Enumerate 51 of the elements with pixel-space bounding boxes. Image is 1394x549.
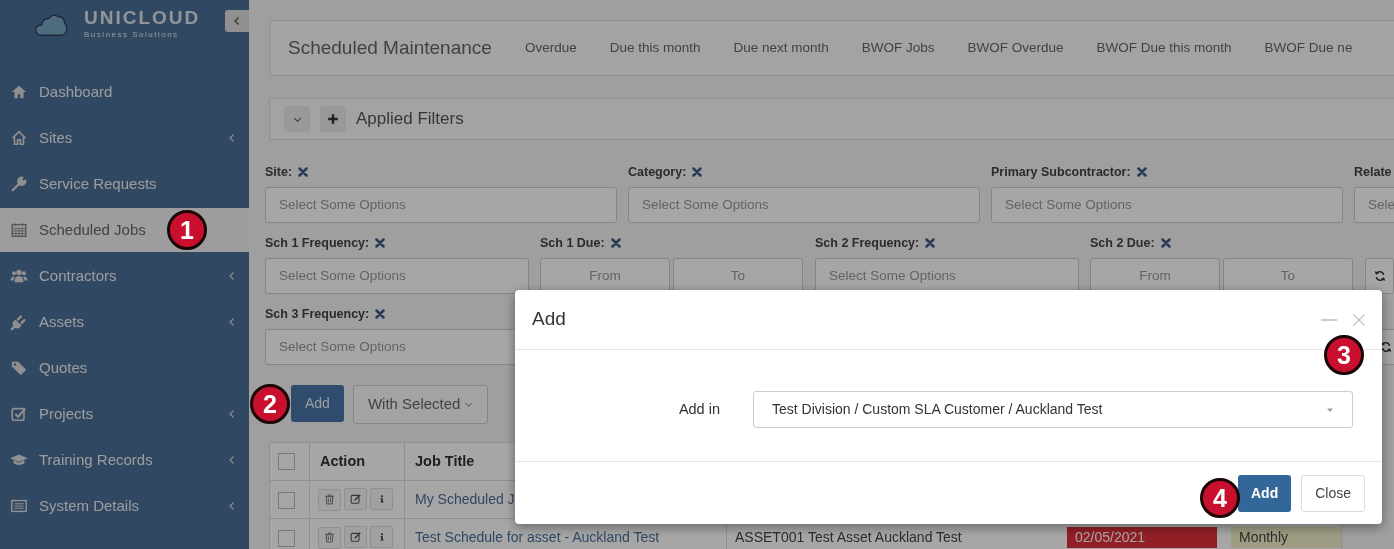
filters-title: Applied Filters xyxy=(356,108,464,131)
sidebar-item[interactable]: Contractors xyxy=(0,254,249,298)
with-selected-button[interactable]: With Selected xyxy=(352,385,489,424)
sidebar-item[interactable]: Dashboard xyxy=(0,70,249,114)
step-number-badge: 3 xyxy=(1324,335,1364,375)
field-label: Add in xyxy=(677,399,720,419)
select-field[interactable]: Select Some Options xyxy=(628,187,980,223)
sidebar-item[interactable]: Training Records xyxy=(0,438,249,482)
filter-label: Relate xyxy=(1354,163,1392,181)
filter-label: Primary Subcontractor: xyxy=(991,163,1131,181)
sidebar-item[interactable]: Service Requests xyxy=(0,162,249,206)
brand-name: UNICLOUD xyxy=(84,8,201,29)
sidebar-item[interactable]: System Details xyxy=(0,484,249,528)
job-title-link[interactable]: My Scheduled J xyxy=(415,491,515,507)
step-number-badge: 1 xyxy=(167,210,207,250)
sidebar-item[interactable]: Projects xyxy=(0,392,249,436)
close-button[interactable]: Close xyxy=(1301,474,1365,512)
filter-label: Category: xyxy=(628,163,687,181)
select-field[interactable]: Sele xyxy=(1354,187,1394,223)
tab-link[interactable]: BWOF Jobs xyxy=(861,37,935,59)
frequency-badge: Monthly xyxy=(1231,527,1341,548)
sidebar-item[interactable]: Quotes xyxy=(0,346,249,390)
tab-link[interactable]: Due next month xyxy=(733,37,829,59)
filter-label: Site: xyxy=(265,163,293,181)
tab-link[interactable]: Overdue xyxy=(524,37,577,59)
select-field[interactable]: Select Some Options xyxy=(265,187,617,223)
select-field[interactable]: Select Some Options xyxy=(991,187,1343,223)
add-button[interactable]: Add xyxy=(291,385,344,422)
filter-label: Sch 2 Due: xyxy=(1090,234,1155,252)
filter-label: Sch 1 Frequency: xyxy=(265,234,370,252)
page-title: Scheduled Maintenance xyxy=(288,35,492,60)
filter-label: Sch 2 Frequency: xyxy=(815,234,920,252)
add-button[interactable]: Add xyxy=(1238,474,1292,512)
filter-label: Sch 1 Due: xyxy=(540,234,605,252)
sidebar-item[interactable]: Sites xyxy=(0,116,249,160)
dialog-title: Add xyxy=(532,307,567,332)
brand-tagline: Business Solutions xyxy=(84,28,180,41)
select-field[interactable]: Select Some Options xyxy=(265,258,529,294)
due-date-badge: 02/05/2021 xyxy=(1067,527,1217,548)
step-number-badge: 2 xyxy=(250,384,290,424)
sidebar-item[interactable]: Assets xyxy=(0,300,249,344)
tab-link[interactable]: BWOF Due ne xyxy=(1264,37,1353,59)
column-header: Action xyxy=(309,442,405,481)
sidebar-item[interactable]: Scheduled Jobs 1 xyxy=(0,208,249,252)
table-cell-text: ASSET001 Test Asset Auckland Test xyxy=(734,528,963,547)
add-in-select[interactable]: Test Division / Custom SLA Customer / Auckland Test xyxy=(753,391,1353,428)
tab-link[interactable]: Due this month xyxy=(609,37,701,59)
step-number-badge: 4 xyxy=(1200,478,1240,518)
filter-label: Sch 3 Frequency: xyxy=(265,305,370,323)
tab-link[interactable]: BWOF Due this month xyxy=(1096,37,1232,59)
tab-link[interactable]: BWOF Overdue xyxy=(967,37,1064,59)
